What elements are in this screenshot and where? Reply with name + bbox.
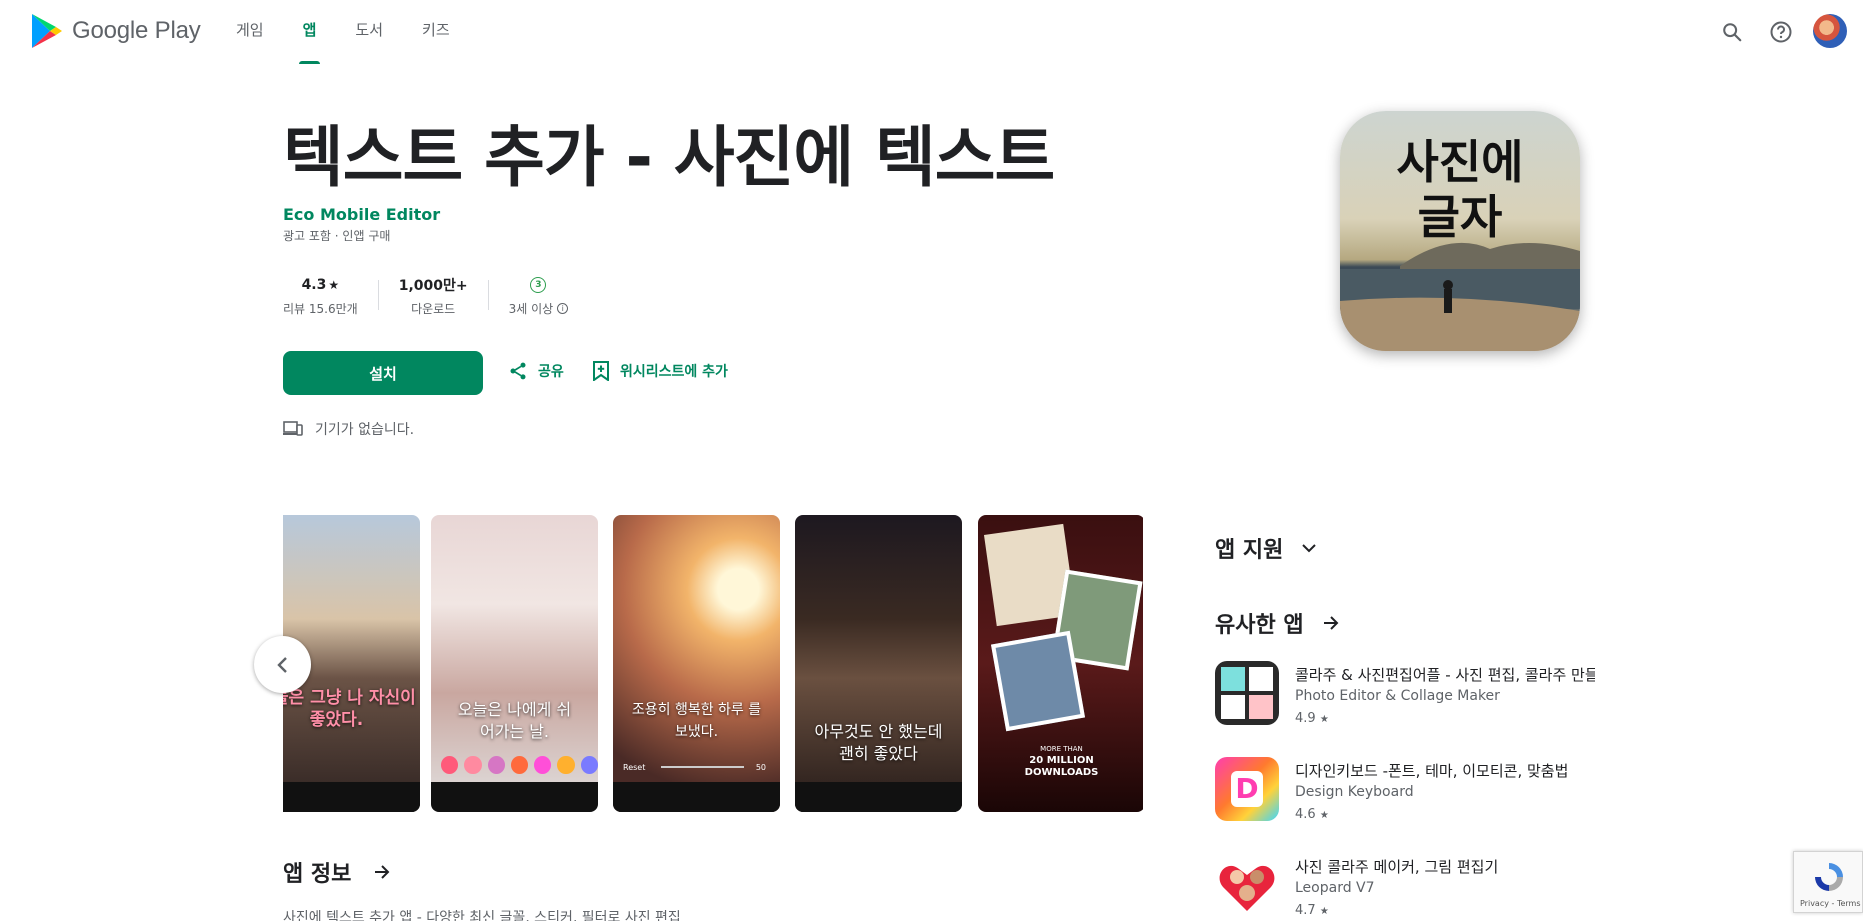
similar-app-item[interactable]: 콜라주 & 사진편집어플 - 사진 편집, 콜라주 만들기 Photo Edit… — [1215, 661, 1595, 727]
app-support-heading: 앱 지원 — [1215, 538, 1284, 563]
devices-icon — [283, 421, 303, 436]
help-icon[interactable] — [1767, 18, 1795, 46]
arrow-right-icon — [375, 865, 390, 879]
age-rating-badge: 3 — [530, 277, 547, 293]
screenshot-2-caption: 오늘은 나에게 쉬 어가는 날. — [457, 700, 572, 741]
screenshot-carousel[interactable]: 오늘은 그냥 나 자신이 좋았다. 오늘은 나에게 쉬 어가는 날. 조용히 행… — [283, 515, 1143, 812]
star-icon: ★ — [1319, 810, 1329, 821]
design-keyboard-icon: D — [1215, 757, 1279, 821]
about-heading: 앱 정보 — [283, 862, 352, 887]
nav-apps[interactable]: 앱 — [292, 0, 328, 64]
app-icon-scene — [1340, 242, 1580, 351]
age-label: 3세 이상 — [508, 302, 554, 316]
top-bar: Google Play 게임 앱 도서 키즈 — [0, 0, 1863, 64]
play-logo-icon — [32, 14, 62, 48]
slider-value: 50 — [755, 763, 766, 772]
downloads-stat: 1,000만+ 다운로드 — [399, 270, 468, 321]
nav-games[interactable]: 게임 — [225, 0, 275, 64]
screenshot-toolbar — [283, 782, 420, 812]
chevron-down-icon — [1302, 544, 1317, 553]
slider-reset-label[interactable]: Reset — [623, 763, 645, 772]
similar-app-developer: Leopard V7 — [1295, 880, 1375, 896]
account-avatar[interactable] — [1813, 14, 1847, 48]
divider — [377, 280, 379, 310]
divider — [487, 280, 489, 310]
rating-stat[interactable]: 4.3 ★ 리뷰 15.6만개 — [283, 270, 358, 321]
color-swatches — [441, 756, 598, 776]
app-support-toggle[interactable]: 앱 지원 — [1215, 532, 1317, 564]
rating-label: 리뷰 15.6만개 — [283, 302, 358, 316]
chevron-left-icon — [276, 656, 287, 673]
about-description: 사진에 텍스트 추가 앱 - 다양한 최신 글꼴, 스티커, 필터로 사진 편집 — [283, 910, 681, 921]
arrow-right-icon — [1323, 616, 1339, 630]
similar-app-item[interactable]: 사진 콜라주 메이커, 그림 편집기 Leopard V7 4.7 ★ — [1215, 853, 1580, 919]
star-icon: ★ — [328, 278, 340, 292]
developer-link[interactable]: Eco Mobile Editor — [283, 205, 440, 224]
similar-apps-heading: 유사한 앱 — [1215, 613, 1304, 638]
similar-app-name: 사진 콜라주 메이커, 그림 편집기 — [1295, 858, 1499, 876]
similar-app-developer: Design Keyboard — [1295, 784, 1414, 800]
screenshot-4-caption: 아무것도 안 했는데 괜히 좋았다 — [814, 722, 943, 763]
app-icon: 사진에 글자 — [1340, 111, 1580, 351]
similar-apps-header[interactable]: 유사한 앱 — [1215, 607, 1340, 639]
about-section-header[interactable]: 앱 정보 — [283, 856, 391, 888]
age-stat[interactable]: 3 3세 이상 i — [509, 270, 569, 321]
ads-purchase-note: 광고 포함 · 인앱 구매 — [283, 229, 391, 243]
carousel-prev-button[interactable] — [254, 636, 311, 693]
wishlist-button[interactable]: 위시리스트에 추가 — [592, 361, 728, 381]
screenshot-1-caption: 오늘은 그냥 나 자신이 좋았다. — [283, 688, 416, 730]
info-icon[interactable]: i — [557, 303, 569, 314]
screenshot-toolbar — [431, 782, 598, 812]
star-icon: ★ — [1319, 906, 1329, 917]
similar-app-rating: 4.7 ★ — [1295, 903, 1329, 918]
downloads-badge-top: MORE THAN — [1040, 745, 1083, 753]
wishlist-label: 위시리스트에 추가 — [620, 364, 728, 380]
nav-kids[interactable]: 키즈 — [411, 0, 461, 64]
app-title: 텍스트 추가 - 사진에 텍스트 — [283, 119, 1055, 196]
downloads-label: 다운로드 — [411, 302, 456, 316]
recaptcha-badge[interactable]: Privacy - Terms — [1793, 851, 1863, 913]
collage-app-icon — [1215, 661, 1279, 725]
device-notice: 기기가 없습니다. — [283, 419, 414, 439]
downloads-value: 1,000만+ — [398, 278, 468, 294]
screenshot-4[interactable]: 아무것도 안 했는데 괜히 좋았다 — [795, 515, 962, 812]
search-icon[interactable] — [1718, 18, 1746, 46]
share-icon — [510, 362, 526, 380]
nav-books[interactable]: 도서 — [344, 0, 394, 64]
photo-card — [990, 630, 1086, 732]
install-button[interactable]: 설치 — [283, 351, 483, 395]
main-nav: 게임 앱 도서 키즈 — [225, 0, 478, 64]
downloads-badge-main: 20 MILLION DOWNLOADS — [1024, 755, 1099, 778]
screenshot-3-caption: 조용히 행복한 하루 를 보냈다. — [631, 702, 762, 740]
screenshot-2[interactable]: 오늘은 나에게 쉬 어가는 날. — [431, 515, 598, 812]
similar-app-developer: Photo Editor & Collage Maker — [1295, 688, 1500, 704]
similar-app-rating: 4.9 ★ — [1295, 711, 1329, 726]
similar-app-name: 콜라주 & 사진편집어플 - 사진 편집, 콜라주 만들기 — [1295, 666, 1595, 684]
photo-collage-icon — [1215, 853, 1279, 917]
screenshot-5[interactable]: MORE THAN 20 MILLION DOWNLOADS — [978, 515, 1143, 812]
share-button[interactable]: 공유 — [508, 361, 564, 381]
google-play-logo[interactable]: Google Play — [30, 12, 201, 50]
share-label: 공유 — [538, 364, 564, 380]
screenshot-3[interactable]: 조용히 행복한 하루 를 보냈다. Reset 50 — [613, 515, 780, 812]
recaptcha-links[interactable]: Privacy - Terms — [1800, 899, 1861, 908]
bookmark-add-icon — [593, 361, 609, 381]
app-stats: 4.3 ★ 리뷰 15.6만개 1,000만+ 다운로드 3 3세 이상 i — [283, 270, 569, 321]
slider-track[interactable] — [661, 766, 744, 768]
similar-app-item[interactable]: D 디자인키보드 -폰트, 테마, 이모티콘, 맞춤법 Design Keybo… — [1215, 757, 1580, 823]
screenshot-toolbar — [795, 782, 962, 812]
similar-app-name: 디자인키보드 -폰트, 테마, 이모티콘, 맞춤법 — [1295, 762, 1569, 780]
recaptcha-icon — [1815, 863, 1843, 891]
star-icon: ★ — [1319, 714, 1329, 725]
rating-value: 4.3 — [301, 277, 327, 293]
screenshot-toolbar — [613, 782, 780, 812]
logo-text: Google Play — [72, 17, 201, 44]
similar-app-rating: 4.6 ★ — [1295, 807, 1329, 822]
device-notice-text: 기기가 없습니다. — [315, 422, 415, 438]
